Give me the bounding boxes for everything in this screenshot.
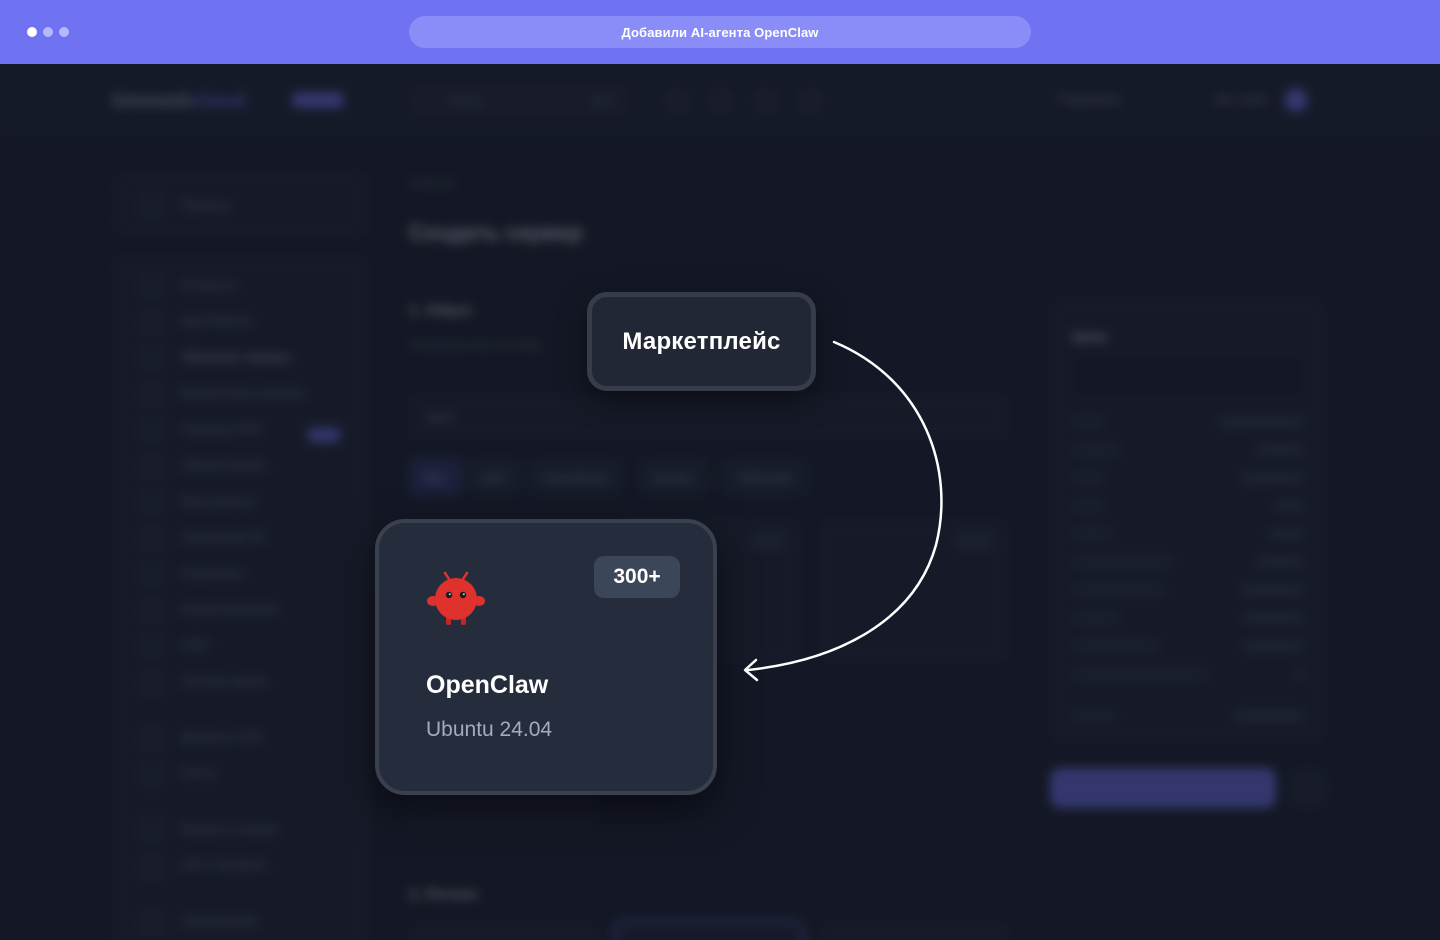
openclaw-logo-icon	[427, 571, 485, 625]
app-background: timewebcloud Поиск ⌘ K Поддержка dev_tea…	[0, 64, 1440, 940]
installs-badge: 300+	[594, 556, 680, 598]
browser-chrome: Добавили AI-агента OpenClaw	[0, 0, 1440, 64]
window-dot-icon[interactable]	[43, 27, 53, 37]
openclaw-card[interactable]: 300+ OpenClaw Ubuntu 24.04	[375, 519, 717, 795]
window-controls	[27, 27, 69, 37]
window-dot-icon[interactable]	[27, 27, 37, 37]
overlay-dim	[0, 64, 1440, 940]
window-dot-icon[interactable]	[59, 27, 69, 37]
marketplace-label[interactable]: Маркетплейс	[587, 292, 816, 391]
address-bar[interactable]: Добавили AI-агента OpenClaw	[409, 16, 1031, 48]
card-os: Ubuntu 24.04	[426, 718, 553, 741]
card-title: OpenClaw	[426, 671, 549, 699]
